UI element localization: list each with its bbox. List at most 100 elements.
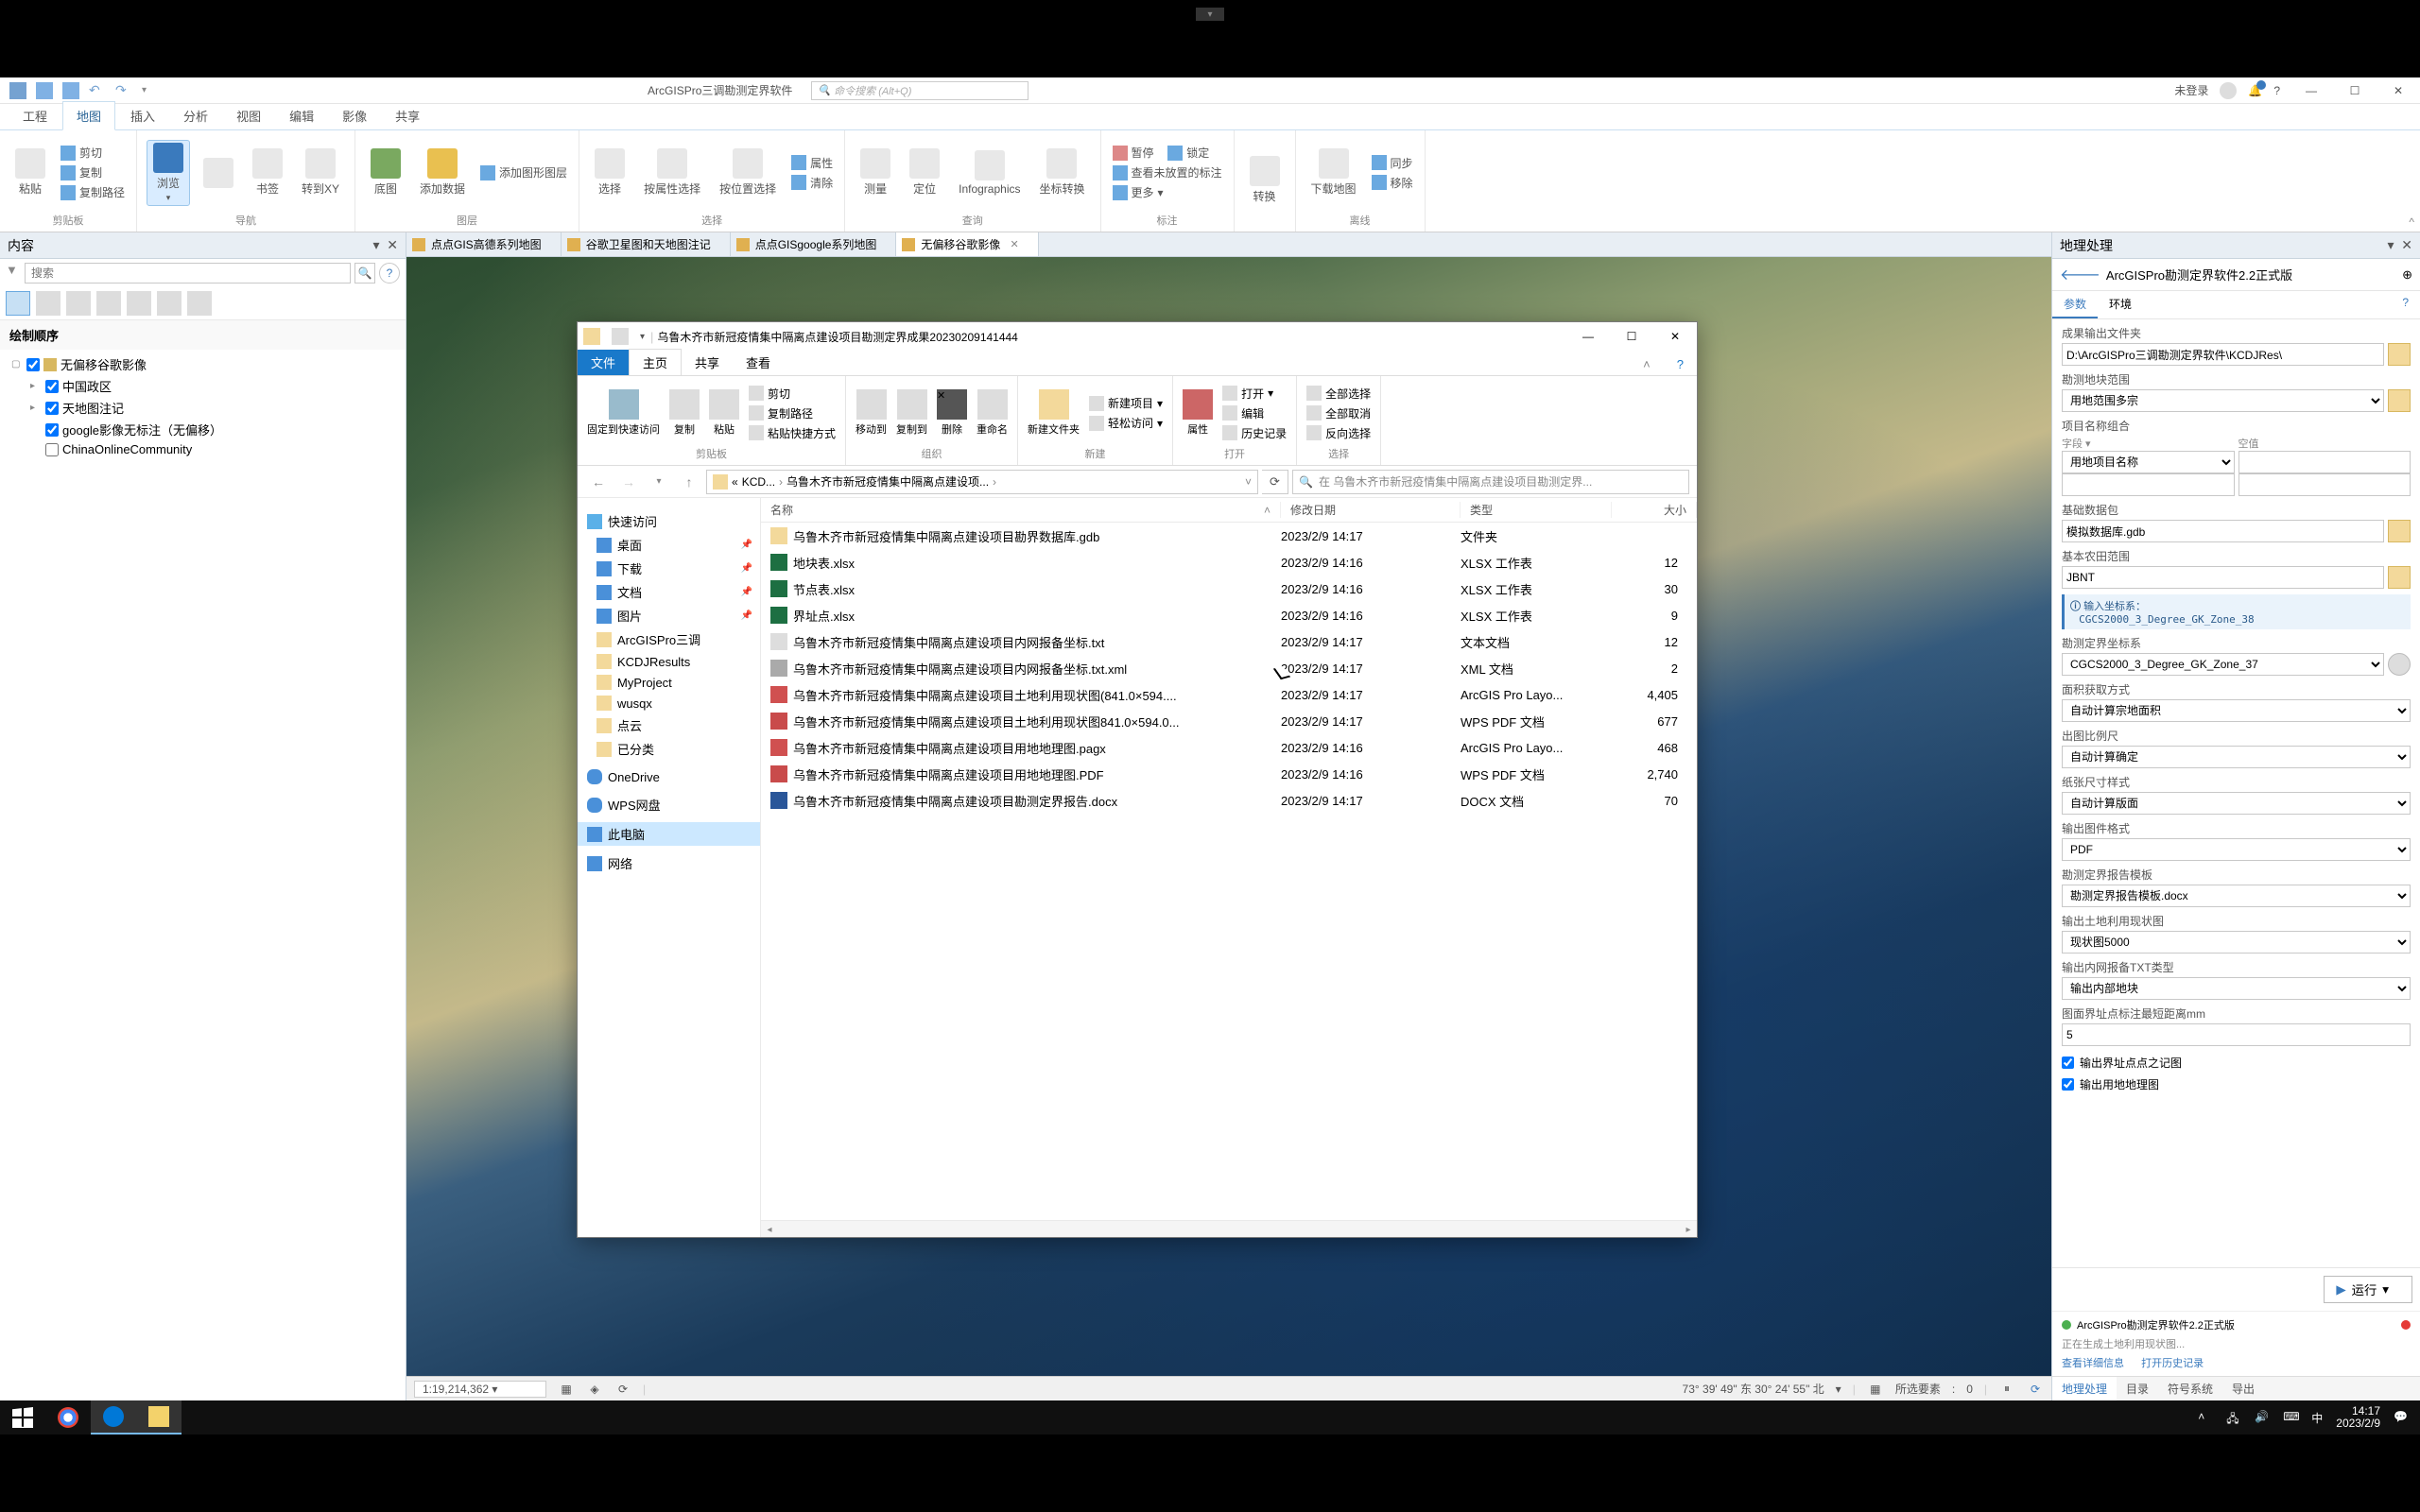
- nav-up-icon[interactable]: ↑: [676, 470, 702, 494]
- format-select[interactable]: PDF: [2062, 838, 2411, 861]
- nav-this-pc[interactable]: 此电脑: [578, 822, 760, 846]
- landuse-select[interactable]: 现状图5000: [2062, 931, 2411, 954]
- nav-item[interactable]: 文档📌: [578, 580, 760, 604]
- search-button[interactable]: 🔍: [354, 263, 375, 284]
- taskbar-explorer[interactable]: [136, 1400, 182, 1435]
- nav-onedrive[interactable]: OneDrive: [578, 766, 760, 787]
- col-size[interactable]: 大小: [1612, 502, 1697, 518]
- properties-button[interactable]: 属性: [1183, 389, 1213, 437]
- pause-labels-button[interactable]: 暂停 锁定: [1111, 144, 1224, 162]
- list-by-persp-icon[interactable]: [187, 291, 212, 316]
- ribbon-tab-project[interactable]: 工程: [9, 102, 60, 129]
- bottom-tab-gp[interactable]: 地理处理: [2052, 1377, 2117, 1400]
- qat-dropdown-icon[interactable]: ▾: [142, 85, 147, 95]
- filter-icon[interactable]: ▼: [6, 263, 21, 284]
- locate-button[interactable]: 定位: [904, 146, 945, 198]
- layer-checkbox[interactable]: [45, 443, 59, 456]
- ribbon-collapse-icon[interactable]: ˄: [1630, 353, 1664, 375]
- nav-forward-icon[interactable]: →: [615, 470, 642, 494]
- doc-tab[interactable]: 点点GISgoogle系列地图: [731, 232, 897, 256]
- address-bar[interactable]: « KCD... › 乌鲁木齐市新冠疫情集中隔离点建设项... › ˅: [706, 470, 1258, 494]
- tray-keyboard-icon[interactable]: ⌨: [2283, 1410, 2298, 1425]
- pause-draw-icon[interactable]: ⏸: [1998, 1381, 2015, 1398]
- close-button[interactable]: ✕: [2377, 77, 2420, 104]
- refresh-icon[interactable]: ⟳: [2027, 1381, 2044, 1398]
- pane-options-icon[interactable]: ▾: [2387, 237, 2394, 252]
- prev-extent-button[interactable]: [198, 156, 239, 190]
- browse-button[interactable]: [2388, 343, 2411, 366]
- nav-item[interactable]: KCDJResults: [578, 651, 760, 672]
- taskbar-chrome[interactable]: [45, 1400, 91, 1435]
- clear-sel-button[interactable]: 清除: [789, 174, 835, 192]
- report-select[interactable]: 勘测定界报告模板.docx: [2062, 885, 2411, 907]
- browse-button[interactable]: [2388, 520, 2411, 542]
- help-button[interactable]: ?: [379, 263, 400, 284]
- run-button[interactable]: ▶运行 ▾: [2324, 1276, 2412, 1303]
- globe-icon[interactable]: [2388, 653, 2411, 676]
- breadcrumb-seg[interactable]: 乌鲁木齐市新冠疫情集中隔离点建设项...: [786, 473, 989, 490]
- easy-access-button[interactable]: 轻松访问 ▾: [1089, 414, 1163, 432]
- selected-icon[interactable]: ▦: [1867, 1381, 1884, 1398]
- ribbon-tab-view[interactable]: 视图: [223, 102, 274, 129]
- doc-tab[interactable]: 点点GIS高德系列地图: [406, 232, 562, 256]
- select-button[interactable]: 选择: [589, 146, 631, 198]
- browse-button[interactable]: 浏览▾: [147, 140, 190, 206]
- tray-up-icon[interactable]: ˄: [2198, 1410, 2213, 1425]
- file-row[interactable]: 乌鲁木齐市新冠疫情集中隔离点建设项目勘界数据库.gdb2023/2/9 14:1…: [761, 523, 1697, 549]
- expand-icon[interactable]: ▸: [30, 403, 42, 413]
- basemap-button[interactable]: 底图: [365, 146, 406, 198]
- contents-search-input[interactable]: [25, 263, 351, 284]
- name-field-select[interactable]: 用地项目名称: [2062, 451, 2235, 473]
- notification-center-icon[interactable]: 💬: [2394, 1410, 2409, 1425]
- scope-select[interactable]: 用地范围多宗: [2062, 389, 2384, 412]
- status-icon[interactable]: ▦: [558, 1381, 575, 1398]
- bottom-tab-export[interactable]: 导出: [2222, 1377, 2264, 1400]
- file-row[interactable]: 节点表.xlsx2023/2/9 14:16XLSX 工作表30: [761, 576, 1697, 602]
- tray-network-icon[interactable]: 🖧: [2226, 1410, 2241, 1425]
- qat-icon-3[interactable]: [62, 82, 79, 99]
- layer-checkbox[interactable]: [45, 402, 59, 415]
- toc-layer[interactable]: google影像无标注（无偏移）: [4, 419, 402, 440]
- nav-item[interactable]: 图片📌: [578, 604, 760, 627]
- coord-convert-button[interactable]: 坐标转换: [1033, 146, 1090, 198]
- nav-network[interactable]: 网络: [578, 851, 760, 875]
- nav-item[interactable]: 桌面📌: [578, 533, 760, 557]
- nav-back-icon[interactable]: ←: [585, 470, 612, 494]
- pin-button[interactable]: 固定到快速访问: [587, 389, 660, 437]
- history-button[interactable]: 历史记录: [1222, 424, 1287, 442]
- toc-layer[interactable]: ▸天地图注记: [4, 397, 402, 419]
- gp-tab-env[interactable]: 环境: [2098, 291, 2143, 318]
- gp-check-2[interactable]: 输出用地地理图: [2062, 1074, 2411, 1095]
- ribbon-tab-insert[interactable]: 插入: [117, 102, 168, 129]
- list-by-snap-icon[interactable]: [127, 291, 151, 316]
- tab-view[interactable]: 查看: [733, 350, 784, 375]
- nav-recent-icon[interactable]: ▾: [646, 470, 672, 494]
- file-row[interactable]: 地块表.xlsx2023/2/9 14:16XLSX 工作表12: [761, 549, 1697, 576]
- file-row[interactable]: 乌鲁木齐市新冠疫情集中隔离点建设项目土地利用现状图(841.0×594....2…: [761, 681, 1697, 708]
- edit-button[interactable]: 编辑: [1222, 404, 1287, 422]
- ime-indicator[interactable]: 中: [2311, 1410, 2323, 1426]
- list-by-label-icon[interactable]: [157, 291, 182, 316]
- select-all-button[interactable]: 全部选择: [1306, 385, 1371, 403]
- nav-item[interactable]: 点云: [578, 713, 760, 737]
- notification-icon[interactable]: 🔔: [2248, 84, 2262, 97]
- col-type[interactable]: 类型: [1461, 502, 1612, 518]
- paste-shortcut-button[interactable]: 粘贴快捷方式: [749, 424, 836, 442]
- copy-button[interactable]: 复制: [669, 389, 700, 437]
- out-coord-select[interactable]: CGCS2000_3_Degree_GK_Zone_37: [2062, 653, 2384, 676]
- maximize-button[interactable]: ☐: [2333, 77, 2377, 104]
- maximize-button[interactable]: ☐: [1610, 322, 1653, 351]
- nav-item[interactable]: 已分类: [578, 737, 760, 761]
- ribbon-tab-share[interactable]: 共享: [382, 102, 433, 129]
- cancel-dot-icon[interactable]: [2401, 1320, 2411, 1330]
- ribbon-tab-map[interactable]: 地图: [62, 101, 115, 130]
- taskbar-edge[interactable]: [91, 1400, 136, 1435]
- collapse-ribbon-icon[interactable]: ^: [2409, 215, 2414, 229]
- col-date[interactable]: 修改日期: [1281, 502, 1461, 518]
- name-extra-input[interactable]: [2062, 473, 2235, 496]
- expand-icon[interactable]: ▢: [11, 359, 23, 369]
- breadcrumb-seg[interactable]: KCD...: [742, 475, 775, 489]
- browse-button[interactable]: [2388, 389, 2411, 412]
- nav-item[interactable]: wusqx: [578, 693, 760, 713]
- rename-button[interactable]: 重命名: [977, 389, 1008, 437]
